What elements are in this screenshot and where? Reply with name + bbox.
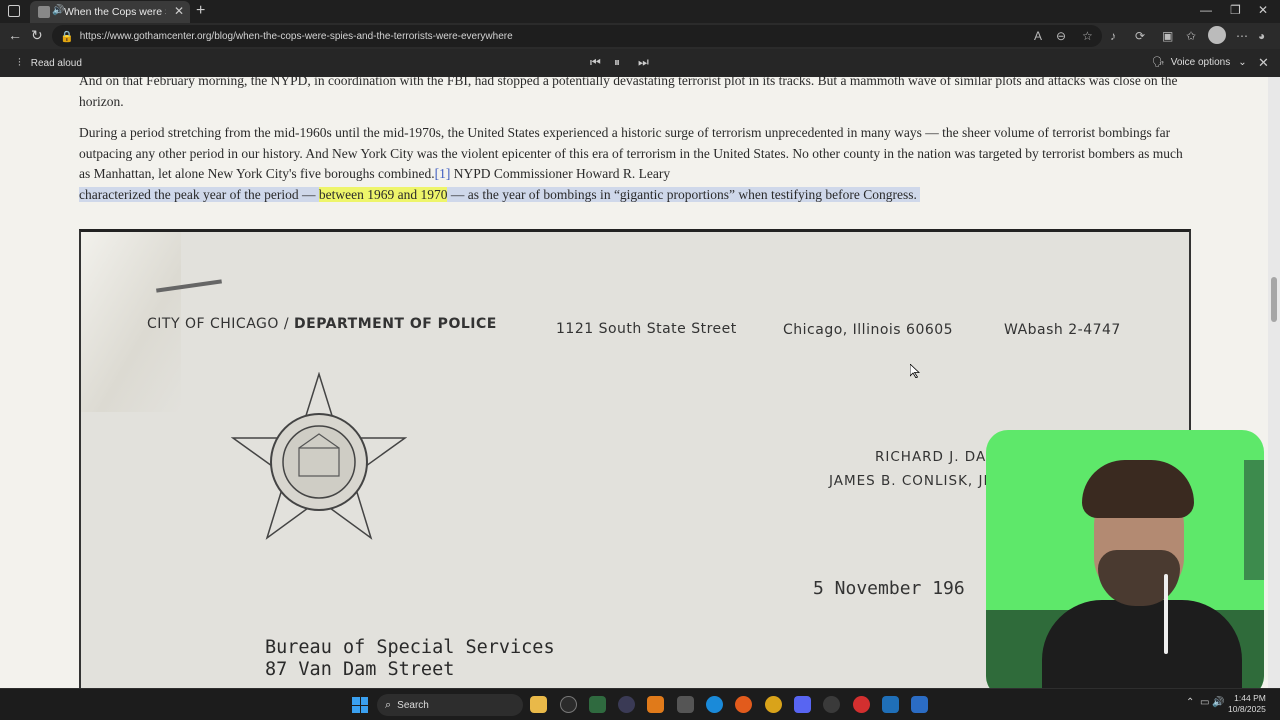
pause-icon[interactable]: ⏸ bbox=[614, 55, 620, 70]
vlc-icon[interactable] bbox=[647, 696, 664, 713]
file-explorer-icon[interactable] bbox=[530, 696, 547, 713]
article-paragraph: And on that February morning, the NYPD, … bbox=[79, 77, 1178, 109]
favicon-icon bbox=[38, 6, 50, 18]
collections-icon[interactable]: ✩ bbox=[1186, 29, 1196, 43]
active-tab[interactable]: 🔊 When the Cops were Spies... ✕ bbox=[30, 1, 190, 23]
close-tab-icon[interactable]: ✕ bbox=[174, 4, 184, 18]
article-paragraph: During a period stretching from the mid-… bbox=[79, 125, 1183, 203]
close-window-icon[interactable]: ✕ bbox=[1258, 3, 1268, 17]
copilot-icon[interactable]: ◕ bbox=[1258, 29, 1265, 43]
lock-icon[interactable]: 🔒 bbox=[60, 30, 74, 43]
chrome-icon[interactable] bbox=[765, 696, 782, 713]
read-aloud-selection: characterized the peak year of the perio… bbox=[79, 187, 921, 203]
letter-recipient: Bureau of Special Services 87 Van Dam St… bbox=[265, 637, 555, 680]
tab-actions-icon[interactable] bbox=[8, 5, 20, 17]
restore-icon[interactable]: ❐ bbox=[1230, 3, 1241, 17]
menu-dots-icon[interactable]: ⋯ bbox=[1236, 29, 1248, 43]
chicago-police-star-seal bbox=[231, 372, 407, 540]
presenter-body bbox=[1042, 600, 1242, 698]
extension-icon[interactable]: ♪ bbox=[1110, 29, 1116, 43]
letterhead-address: 1121 South State Street bbox=[556, 321, 737, 337]
footnote-link[interactable]: [1] bbox=[435, 166, 451, 181]
discord-icon[interactable] bbox=[794, 696, 811, 713]
profile-avatar[interactable] bbox=[1208, 26, 1226, 44]
previous-paragraph-icon[interactable]: ⏮ bbox=[590, 55, 601, 70]
url-text: https://www.gothamcenter.org/blog/when-t… bbox=[79, 30, 513, 42]
voice-icon: 🗣 bbox=[1152, 57, 1165, 68]
current-read-word: between 1969 and 1970 bbox=[318, 187, 448, 203]
app-icon[interactable] bbox=[618, 696, 635, 713]
edge-icon[interactable] bbox=[706, 696, 723, 713]
letter-date: 5 November 196 bbox=[813, 578, 965, 599]
letterhead-phone: WAbash 2-4747 bbox=[1004, 322, 1121, 338]
split-screen-icon[interactable]: ▣ bbox=[1162, 29, 1173, 43]
page-scrollbar[interactable] bbox=[1268, 77, 1280, 688]
speaker-icon[interactable]: 🔊 bbox=[52, 5, 64, 16]
next-paragraph-icon[interactable]: ⏭ bbox=[638, 55, 649, 70]
sync-icon[interactable]: ⟳ bbox=[1135, 29, 1145, 43]
read-aloud-label: ⫶ Read aloud bbox=[18, 57, 82, 69]
read-aloud-bar: ⫶ Read aloud ⏮ ⏸ ⏭ 🗣 Voice options ⌄ ✕ bbox=[0, 49, 1280, 77]
start-button-icon[interactable] bbox=[352, 697, 368, 713]
tab-title: When the Cops were Spies... bbox=[64, 6, 166, 18]
app-icon[interactable] bbox=[677, 696, 694, 713]
browser-tab-bar: 🔊 When the Cops were Spies... ✕ + — ❐ ✕ bbox=[0, 0, 1280, 23]
back-icon[interactable]: ← bbox=[8, 27, 22, 43]
search-icon: ⌕ bbox=[385, 698, 392, 711]
chevron-down-icon: ⌄ bbox=[1238, 57, 1247, 68]
letter-officials: RICHARD J. DALE JAMES B. CONLISK, JR bbox=[829, 449, 1005, 489]
volume-icon[interactable]: 🔊 bbox=[1212, 697, 1224, 708]
windows-taskbar: ⌕ Search ⌃ ▭ 🔊 1:44 PM 10/8/2025 bbox=[0, 688, 1280, 720]
firefox-icon[interactable] bbox=[735, 696, 752, 713]
app-icon[interactable] bbox=[911, 696, 928, 713]
new-tab-icon[interactable]: + bbox=[196, 2, 205, 20]
favorite-star-icon[interactable]: ☆ bbox=[1082, 29, 1093, 43]
address-bar[interactable]: 🔒 https://www.gothamcenter.org/blog/when… bbox=[52, 25, 1102, 47]
media-icon[interactable] bbox=[853, 696, 870, 713]
address-toolbar: ← ↻ 🔒 https://www.gothamcenter.org/blog/… bbox=[0, 23, 1280, 49]
soundwave-icon: ⫶ bbox=[18, 57, 21, 69]
app-icon[interactable] bbox=[560, 696, 577, 713]
refresh-icon[interactable]: ↻ bbox=[31, 27, 43, 44]
earphone-cable bbox=[1164, 574, 1168, 654]
scrollbar-thumb[interactable] bbox=[1271, 277, 1277, 322]
immersive-reader-icon[interactable]: ⊖ bbox=[1056, 29, 1066, 43]
taskbar-clock[interactable]: 1:44 PM 10/8/2025 bbox=[1228, 693, 1266, 715]
close-read-aloud-icon[interactable]: ✕ bbox=[1258, 55, 1269, 71]
minimize-icon[interactable]: — bbox=[1200, 3, 1212, 17]
obs-icon[interactable] bbox=[823, 696, 840, 713]
network-icon[interactable]: ▭ bbox=[1200, 697, 1209, 708]
tray-chevron-icon[interactable]: ⌃ bbox=[1186, 697, 1194, 708]
webcam-overlay bbox=[986, 430, 1264, 698]
vscode-icon[interactable] bbox=[882, 696, 899, 713]
voice-options-button[interactable]: 🗣 Voice options ⌄ bbox=[1152, 57, 1247, 68]
read-aloud-icon[interactable]: A bbox=[1034, 29, 1042, 43]
mouse-cursor-icon bbox=[910, 364, 920, 378]
letterhead-location: Chicago, Illinois 60605 bbox=[783, 322, 954, 338]
app-icon[interactable] bbox=[589, 696, 606, 713]
taskbar-search[interactable]: ⌕ Search bbox=[377, 694, 523, 716]
letterhead-city: CITY OF CHICAGO / DEPARTMENT OF POLICE bbox=[147, 316, 497, 332]
